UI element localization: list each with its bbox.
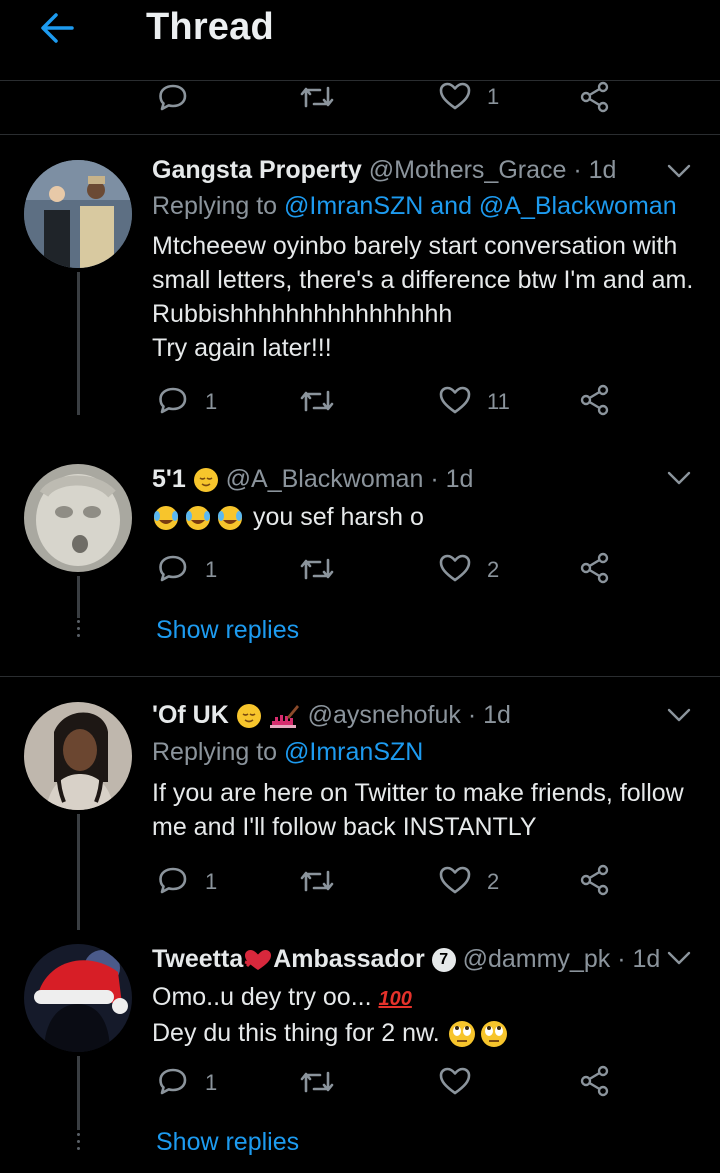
thread-line: [77, 576, 80, 618]
thread-line: [77, 1056, 80, 1130]
top-app-bar: [0, 0, 720, 81]
retweet-icon[interactable]: [298, 554, 336, 589]
share-icon[interactable]: [578, 80, 612, 119]
mention-link[interactable]: @ImranSZN: [284, 738, 423, 766]
reply-icon[interactable]: [156, 1064, 190, 1103]
replying-to: Replying to @ImranSZN: [152, 738, 424, 766]
reply-count: 1: [205, 389, 218, 414]
tweet-header: 'Of UK @aysnehofuk · 1d: [152, 701, 511, 730]
eye-roll-emoji: [447, 1019, 509, 1048]
avatar[interactable]: [24, 464, 132, 572]
share-icon[interactable]: [578, 863, 612, 902]
show-replies-link[interactable]: Show replies: [156, 1128, 299, 1157]
show-replies-link[interactable]: Show replies: [156, 616, 299, 645]
timestamp: · 1d: [573, 156, 617, 184]
reply-icon[interactable]: [156, 863, 190, 902]
display-name[interactable]: 5'1: [152, 465, 186, 493]
tweet-text: If you are here on Twitter to make frien…: [152, 779, 684, 841]
thread-dots: [77, 620, 80, 641]
timestamp: · 1d: [430, 465, 474, 493]
avatar[interactable]: [24, 702, 132, 810]
retweet-icon[interactable]: [298, 866, 336, 901]
back-arrow-icon[interactable]: [36, 8, 80, 48]
handle[interactable]: @Mothers_Grace: [369, 156, 567, 184]
like-icon[interactable]: [438, 864, 472, 901]
reply-icon[interactable]: [156, 551, 190, 590]
tweet-header: Gangsta Property @Mothers_Grace · 1d: [152, 156, 616, 185]
verified-badge-icon: 7: [431, 948, 456, 973]
handle[interactable]: @aysnehofuk: [308, 701, 461, 729]
replying-to: Replying to @ImranSZN and @A_Blackwoman: [152, 192, 677, 220]
laughing-tears-emoji: [152, 503, 253, 531]
chevron-down-icon[interactable]: [666, 470, 692, 491]
like-count: 11: [487, 389, 510, 414]
relieved-face-emoji: [193, 468, 218, 493]
share-icon[interactable]: [578, 383, 612, 422]
like-icon[interactable]: [438, 384, 472, 421]
like-count: 1: [487, 84, 500, 109]
divider: [0, 134, 720, 135]
reply-count: 1: [205, 1070, 218, 1095]
handle[interactable]: @A_Blackwoman: [226, 465, 424, 493]
timestamp: · 1d: [467, 701, 511, 729]
share-icon[interactable]: [578, 551, 612, 590]
share-icon[interactable]: [578, 1064, 612, 1103]
reply-icon[interactable]: [156, 80, 190, 119]
tweet-header: Tweetta Ambassador 7 @dammy_pk · 1d: [152, 945, 660, 974]
like-count: 2: [487, 557, 500, 582]
tweet-text: you sef harsh o: [152, 500, 424, 534]
thread-dots: [77, 1133, 80, 1154]
tweet-text: Mtcheeew oyinbo barely start conversatio…: [152, 232, 694, 362]
avatar[interactable]: [24, 944, 132, 1052]
thread-line: [77, 814, 80, 930]
avatar[interactable]: [24, 160, 132, 268]
relieved-face-emoji: [236, 704, 261, 729]
like-icon[interactable]: [438, 552, 472, 589]
tweet-text: Omo..u dey try oo... 100 Dey du this thi…: [152, 980, 509, 1050]
display-name[interactable]: Tweetta: [152, 945, 243, 973]
thread-line: [77, 272, 80, 415]
retweet-icon[interactable]: [298, 1067, 336, 1102]
mention-link[interactable]: @ImranSZN and @A_Blackwoman: [284, 192, 677, 220]
tweet-header: 5'1 @A_Blackwoman · 1d: [152, 465, 473, 494]
like-icon[interactable]: [438, 1065, 472, 1102]
reply-count: 1: [205, 557, 218, 582]
red-heart-ribbon-icon: [244, 950, 272, 971]
chevron-down-icon[interactable]: [666, 950, 692, 971]
retweet-icon[interactable]: [298, 386, 336, 421]
display-name-suffix[interactable]: Ambassador: [273, 945, 424, 973]
timestamp: · 1d: [617, 945, 661, 973]
divider: [0, 676, 720, 677]
display-name[interactable]: Gangsta Property: [152, 156, 362, 184]
display-name[interactable]: 'Of UK: [152, 701, 229, 729]
handle[interactable]: @dammy_pk: [463, 945, 611, 973]
reply-count: 1: [205, 869, 218, 894]
chevron-down-icon[interactable]: [666, 163, 692, 184]
retweet-icon[interactable]: [298, 82, 336, 117]
reply-icon[interactable]: [156, 383, 190, 422]
like-count: 2: [487, 869, 500, 894]
chevron-down-icon[interactable]: [666, 707, 692, 728]
hundred-points-emoji: 100: [378, 988, 412, 1010]
nail-polish-emoji: [269, 705, 299, 729]
like-icon[interactable]: [438, 80, 472, 117]
page-title: Thread: [146, 6, 274, 48]
